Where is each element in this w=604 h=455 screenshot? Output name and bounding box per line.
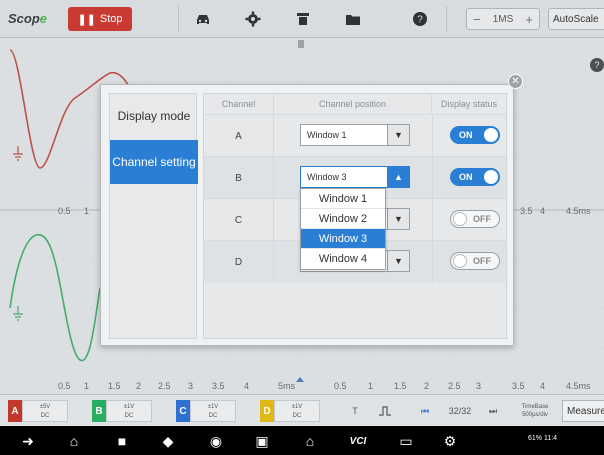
channel-name: D bbox=[204, 241, 274, 283]
channel-d-display-toggle[interactable]: OFF bbox=[450, 252, 500, 270]
toolbar-divider bbox=[446, 6, 447, 32]
plus-icon[interactable]: + bbox=[525, 12, 533, 27]
header-channel-position: Channel position bbox=[274, 94, 432, 114]
system-nav-bar: ➜ ⌂ ■ ◆ ◉ ▣ ⌂ VCI ▭ ⚙ 61% 11:4 bbox=[0, 426, 604, 455]
header-channel: Channel bbox=[204, 94, 274, 114]
dropdown-option-window-3[interactable]: Window 3 bbox=[301, 229, 385, 249]
chevron-down-icon[interactable]: ▼ bbox=[387, 125, 409, 145]
channel-c-tab[interactable]: C ±1V DC bbox=[176, 400, 236, 422]
back-icon[interactable]: ➜ bbox=[18, 432, 38, 450]
app-logo: Scope bbox=[8, 11, 48, 26]
top-toolbar: Scope ❚❚ Stop ? − 1MS + AutoScale bbox=[0, 0, 604, 38]
gallery-icon[interactable]: ▣ bbox=[252, 432, 272, 450]
next-page-icon[interactable]: ⏭ bbox=[484, 400, 502, 422]
pause-icon: ❚❚ bbox=[77, 13, 96, 26]
channel-b-position-select[interactable]: Window 3 ▲ bbox=[300, 166, 410, 188]
first-page-icon[interactable]: ⏮ bbox=[416, 400, 434, 422]
dropdown-option-window-2[interactable]: Window 2 bbox=[301, 209, 385, 229]
channel-d-tab[interactable]: D ±1V DC bbox=[260, 400, 320, 422]
sidebar-item-channel-setting[interactable]: Channel setting bbox=[110, 140, 198, 184]
vci-icon[interactable]: VCI bbox=[344, 432, 372, 450]
close-icon[interactable]: ✕ bbox=[508, 74, 523, 89]
scope-screen: Scope ❚❚ Stop ? − 1MS + AutoScale 0.5 1 … bbox=[0, 0, 604, 455]
channel-c-label: C bbox=[176, 400, 190, 422]
camera-icon[interactable]: ◉ bbox=[206, 432, 226, 450]
channel-b-display-toggle[interactable]: ON bbox=[450, 168, 500, 186]
minus-icon[interactable]: − bbox=[473, 12, 481, 27]
toolbar-divider bbox=[178, 6, 179, 32]
timebase-stepper[interactable]: − 1MS + bbox=[466, 8, 540, 30]
stop-button[interactable]: ❚❚ Stop bbox=[68, 7, 132, 31]
channel-d-info: ±1V DC bbox=[274, 400, 320, 422]
save-icon[interactable] bbox=[292, 8, 314, 30]
autoscale-button[interactable]: AutoScale bbox=[548, 8, 604, 30]
settings-icon[interactable]: ⚙ bbox=[440, 432, 460, 450]
chevron-up-icon[interactable]: ▲ bbox=[387, 167, 409, 187]
car-icon[interactable] bbox=[192, 8, 214, 30]
channel-b-label: B bbox=[92, 400, 106, 422]
trigger-button[interactable]: T bbox=[344, 400, 366, 422]
dropdown-option-window-1[interactable]: Window 1 bbox=[301, 189, 385, 209]
table-row: A Window 1 ▼ ON bbox=[204, 114, 506, 157]
app-icon[interactable]: ◆ bbox=[158, 432, 178, 450]
measure-button[interactable]: Measure bbox=[562, 400, 604, 422]
header-display-status: Display status bbox=[440, 99, 498, 109]
sidebar-item-display-mode[interactable]: Display mode bbox=[110, 94, 198, 138]
channel-b-info: ±1V DC bbox=[106, 400, 152, 422]
help-icon[interactable]: ? bbox=[409, 8, 431, 30]
chevron-down-icon[interactable]: ▼ bbox=[387, 251, 409, 271]
recent-apps-icon[interactable]: ■ bbox=[112, 432, 132, 450]
channel-c-info: ±1V DC bbox=[190, 400, 236, 422]
channel-name: A bbox=[204, 115, 274, 157]
channel-a-info: ±5V DC bbox=[22, 400, 68, 422]
channel-c-display-toggle[interactable]: OFF bbox=[450, 210, 500, 228]
folder-icon[interactable] bbox=[342, 8, 364, 30]
channel-name: C bbox=[204, 199, 274, 241]
home-icon[interactable]: ⌂ bbox=[64, 432, 84, 450]
channel-status-bar: A ±5V DC B ±1V DC C ±1V DC D ±1V DC T ⏮ 32/3… bbox=[0, 394, 604, 426]
channel-name: B bbox=[204, 157, 274, 199]
svg-text:?: ? bbox=[417, 15, 423, 26]
car-icon[interactable]: ▭ bbox=[396, 432, 416, 450]
gear-icon[interactable] bbox=[242, 8, 264, 30]
channel-a-tab[interactable]: A ±5V DC bbox=[8, 400, 68, 422]
timebase-info: TimeBase 500µs/div bbox=[521, 404, 549, 418]
dropdown-option-window-4[interactable]: Window 4 bbox=[301, 249, 385, 269]
page-indicator: 32/32 bbox=[448, 406, 472, 416]
window-dropdown-list: Window 1 Window 2 Window 3 Window 4 bbox=[300, 188, 386, 270]
dialog-sidebar: Display mode Channel setting bbox=[109, 93, 198, 339]
trigger-edge-icon[interactable] bbox=[374, 400, 396, 422]
channel-d-label: D bbox=[260, 400, 274, 422]
channel-a-position-select[interactable]: Window 1 ▼ bbox=[300, 124, 410, 146]
channel-a-label: A bbox=[8, 400, 22, 422]
system-status: 61% 11:4 bbox=[528, 435, 558, 442]
channel-a-display-toggle[interactable]: ON bbox=[450, 126, 500, 144]
channel-b-tab[interactable]: B ±1V DC bbox=[92, 400, 152, 422]
chevron-down-icon[interactable]: ▼ bbox=[387, 209, 409, 229]
garage-icon[interactable]: ⌂ bbox=[300, 432, 320, 450]
